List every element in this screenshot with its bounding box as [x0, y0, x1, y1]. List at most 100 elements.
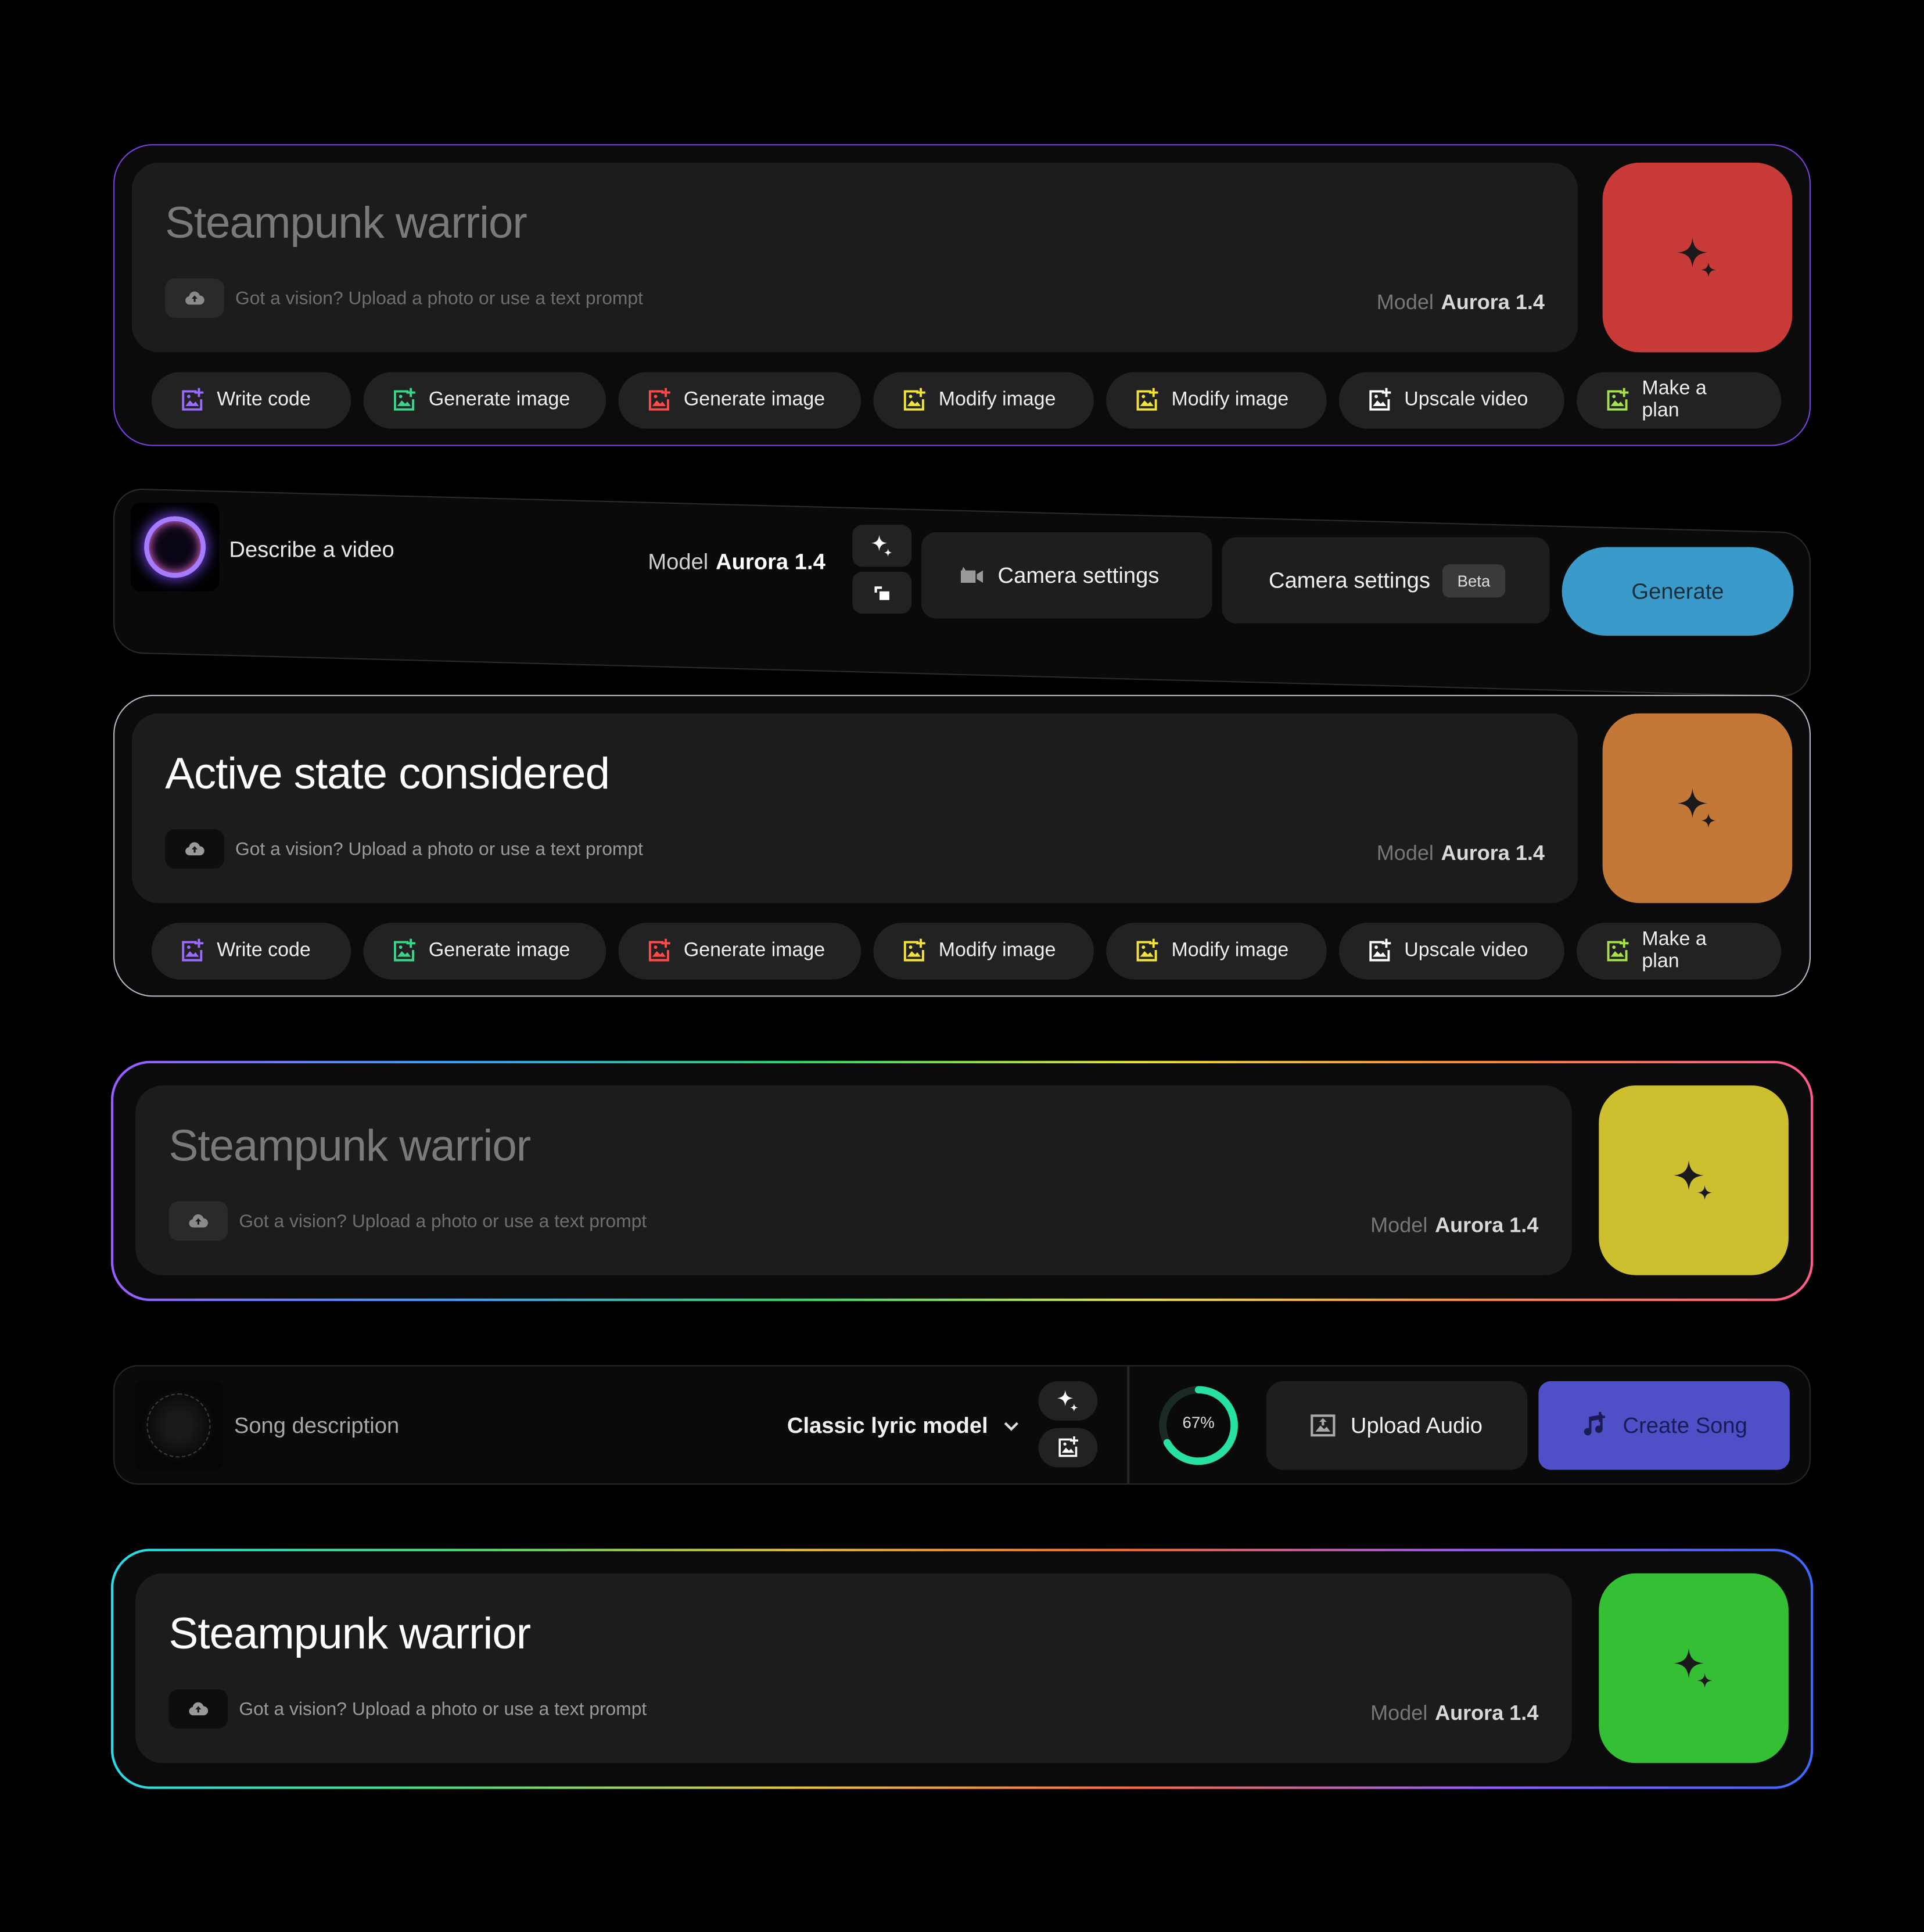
chip-label: Upscale video: [1404, 940, 1528, 961]
prompt-field[interactable]: Steampunk warrior Got a vision? Upload a…: [135, 1573, 1572, 1763]
chip-make-a-plan[interactable]: Make a plan: [1577, 372, 1782, 429]
chip-label: Modify image: [938, 940, 1056, 961]
upload-button[interactable]: [165, 829, 224, 869]
image-plus-icon: [1604, 387, 1631, 414]
image-plus-icon: [178, 387, 206, 414]
chip-label: Make a plan: [1642, 929, 1707, 972]
prompt-field[interactable]: Active state considered Got a vision? Up…: [131, 713, 1578, 904]
chip-label: Generate image: [683, 940, 825, 961]
model-selector[interactable]: Model Aurora 1.4: [1377, 841, 1545, 866]
image-plus-icon: [1056, 1435, 1080, 1460]
prompt-input[interactable]: Steampunk warrior: [168, 1608, 531, 1659]
chip-make-a-plan[interactable]: Make a plan: [1577, 923, 1782, 980]
chip-write-code[interactable]: Write code: [151, 923, 351, 980]
chip-write-code[interactable]: Write code: [151, 372, 351, 429]
song-thumbnail: [134, 1381, 223, 1470]
image-plus-icon: [1133, 387, 1161, 414]
song-model-dropdown[interactable]: Classic lyric model: [787, 1413, 1020, 1439]
generate-button[interactable]: [1599, 1573, 1789, 1763]
crop-icon: [874, 586, 889, 600]
chip-label: Write code: [217, 940, 311, 961]
camera-settings-beta-button[interactable]: Camera settings Beta: [1222, 537, 1550, 623]
sparkle-icon: [1054, 1388, 1082, 1415]
chip-generate-image[interactable]: Generate image: [618, 372, 862, 429]
upload-button[interactable]: [165, 278, 224, 318]
chip-modify-image[interactable]: Modify image: [1106, 372, 1327, 429]
chip-label: Modify image: [938, 389, 1056, 411]
sparkle-icon: [1669, 1156, 1718, 1205]
chip-modify-image[interactable]: Modify image: [873, 372, 1094, 429]
model-selector[interactable]: Model Aurora 1.4: [1370, 1701, 1538, 1726]
upload-button[interactable]: [168, 1689, 228, 1729]
song-description-input[interactable]: Song description: [234, 1413, 399, 1439]
camera-settings-label: Camera settings: [997, 562, 1160, 587]
chip-upscale-video[interactable]: Upscale video: [1338, 923, 1564, 980]
image-plus-icon: [645, 387, 673, 414]
enhance-button[interactable]: [852, 525, 912, 567]
image-plus-icon: [390, 387, 418, 414]
upload-audio-button[interactable]: Upload Audio: [1266, 1381, 1528, 1470]
cloud-upload-icon: [184, 287, 206, 309]
image-plus-icon: [645, 938, 673, 965]
create-song-label: Create Song: [1623, 1413, 1747, 1438]
create-song-button[interactable]: Create Song: [1538, 1381, 1790, 1470]
chip-label: Write code: [217, 389, 311, 411]
model-label: Model: [648, 549, 709, 575]
add-image-button[interactable]: [1038, 1428, 1098, 1468]
model-selector[interactable]: Model Aurora 1.4: [1370, 1214, 1538, 1238]
prompt-input[interactable]: Steampunk warrior: [165, 197, 527, 249]
model-label: Model: [1376, 841, 1434, 865]
model-label: Model: [1370, 1213, 1428, 1237]
chip-generate-image[interactable]: Generate image: [618, 923, 862, 980]
generate-video-button[interactable]: Generate: [1562, 547, 1794, 636]
stage: Steampunk warrior Got a vision? Upload a…: [0, 0, 1924, 1932]
generate-button[interactable]: [1602, 713, 1793, 904]
chip-label: Modify image: [1171, 940, 1289, 961]
upload-button[interactable]: [168, 1201, 228, 1241]
model-selector[interactable]: Model Aurora 1.4: [1377, 291, 1545, 315]
glow-ring-icon: [144, 516, 206, 578]
prompt-field[interactable]: Steampunk warrior Got a vision? Upload a…: [131, 162, 1578, 353]
beta-badge: Beta: [1442, 564, 1505, 597]
chip-generate-image[interactable]: Generate image: [363, 372, 606, 429]
model-name: Aurora 1.4: [1441, 841, 1545, 865]
prompt-card-2: Active state considered Got a vision? Up…: [113, 694, 1811, 997]
sparkle-icon: [1669, 1644, 1718, 1693]
quick-actions: Write code Generate image Generate image…: [151, 372, 1782, 429]
video-description-input[interactable]: Describe a video: [229, 537, 394, 563]
chip-label: Generate image: [428, 940, 570, 961]
song-prompt-bar: Song description Classic lyric model 67%…: [113, 1365, 1811, 1485]
model-label: Model: [1376, 291, 1434, 314]
chip-modify-image[interactable]: Modify image: [873, 923, 1094, 980]
image-plus-icon: [1604, 938, 1631, 965]
prompt-field[interactable]: Steampunk warrior Got a vision? Upload a…: [135, 1085, 1572, 1275]
model-selector[interactable]: Model Aurora 1.4: [648, 550, 825, 576]
chip-modify-image[interactable]: Modify image: [1106, 923, 1327, 980]
upload-audio-label: Upload Audio: [1350, 1413, 1483, 1438]
prompt-card-3: Steampunk warrior Got a vision? Upload a…: [111, 1061, 1813, 1301]
particle-orb-icon: [146, 1393, 211, 1458]
prompt-input[interactable]: Steampunk warrior: [168, 1120, 531, 1171]
chip-label: Make a plan: [1642, 378, 1707, 422]
cloud-upload-icon: [187, 1698, 209, 1720]
chip-upscale-video[interactable]: Upscale video: [1338, 372, 1564, 429]
progress-ring: 67%: [1157, 1383, 1240, 1467]
generate-button[interactable]: [1599, 1085, 1789, 1275]
quick-actions: Write code Generate image Generate image…: [151, 923, 1782, 980]
prompt-input[interactable]: Active state considered: [165, 748, 610, 800]
camera-settings-button[interactable]: Camera settings: [921, 532, 1212, 619]
aspect-ratio-button[interactable]: [852, 571, 912, 614]
chip-generate-image[interactable]: Generate image: [363, 923, 606, 980]
model-name: Aurora 1.4: [1441, 291, 1545, 314]
video-prompt-bar: Describe a video Model Aurora 1.4 Camera …: [113, 488, 1811, 698]
image-plus-icon: [178, 938, 206, 965]
enhance-button[interactable]: [1038, 1381, 1098, 1421]
generate-button[interactable]: [1602, 162, 1793, 353]
cloud-upload-icon: [184, 838, 206, 860]
prompt-card-4: Steampunk warrior Got a vision? Upload a…: [111, 1549, 1813, 1788]
music-note-icon: [1584, 1411, 1606, 1436]
sparkle-icon: [1673, 784, 1722, 833]
chip-label: Generate image: [428, 389, 570, 411]
image-plus-icon: [900, 938, 928, 965]
upload-hint: Got a vision? Upload a photo or use a te…: [239, 1699, 647, 1720]
